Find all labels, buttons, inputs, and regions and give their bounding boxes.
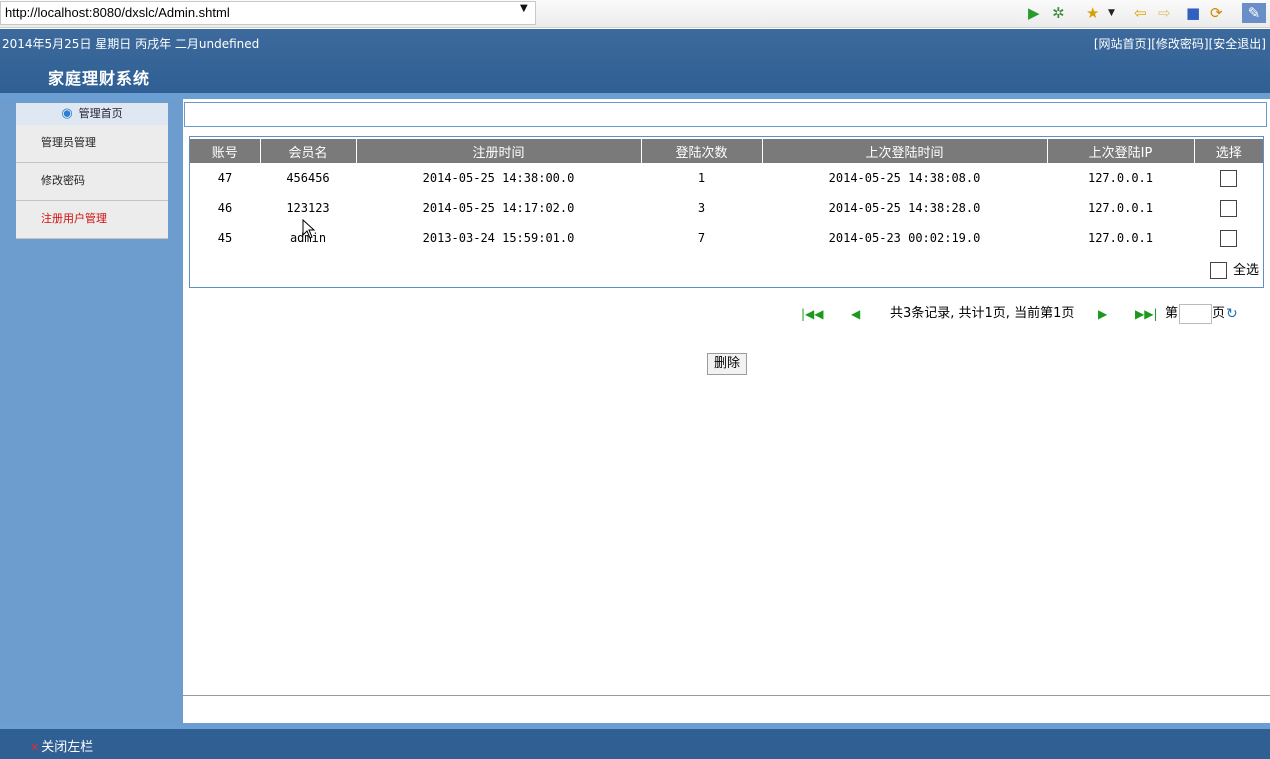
cell-reg-time: 2013-03-24 15:59:01.0 [422, 231, 575, 245]
cell-login-count: 1 [697, 171, 706, 185]
cell-last-login: 2014-05-25 14:38:28.0 [828, 201, 981, 215]
page-number-input[interactable] [1179, 304, 1212, 324]
main-content: 账号 会员名 注册时间 登陆次数 上次登陆时间 上次登陆IP 选择 47 456… [183, 99, 1270, 724]
table-row: 46 123123 2014-05-25 14:17:02.0 3 2014-0… [190, 193, 1263, 223]
cell-ip: 127.0.0.1 [1087, 171, 1154, 185]
select-all-label: 全选 [1232, 263, 1259, 278]
first-page-icon[interactable]: |◀◀ [801, 304, 824, 324]
favorites-dropdown-icon[interactable]: ▼ [1108, 3, 1115, 23]
user-table: 账号 会员名 注册时间 登陆次数 上次登陆时间 上次登陆IP 选择 47 456… [190, 139, 1263, 253]
column-header: 上次登陆IP [1047, 139, 1195, 163]
change-password-link[interactable]: [修改密码] [1151, 37, 1208, 51]
page-suffix: 页 [1212, 306, 1226, 321]
table-row: 47 456456 2014-05-25 14:38:00.0 1 2014-0… [190, 163, 1263, 193]
main-bottom-divider [183, 695, 1270, 696]
browser-address-bar: http://localhost:8080/dxslc/Admin.shtml … [0, 0, 1270, 28]
url-input[interactable]: http://localhost:8080/dxslc/Admin.shtml [0, 1, 536, 25]
cell-login-count: 7 [697, 231, 706, 245]
url-dropdown-icon[interactable]: ▼ [520, 3, 528, 14]
close-icon: ✕ [30, 741, 40, 754]
browser-logo-icon[interactable]: ✎ [1242, 3, 1266, 23]
cell-login-count: 3 [697, 201, 706, 215]
site-header: 2014年5月25日 星期日 丙戌年 二月undefined [网站首页][修改… [0, 29, 1270, 93]
sidebar-home-label: 管理首页 [78, 107, 123, 120]
column-header: 会员名 [260, 139, 357, 163]
cell-last-login: 2014-05-25 14:38:08.0 [828, 171, 981, 185]
sidebar-item-change-password[interactable]: 修改密码 [16, 163, 168, 201]
column-header: 注册时间 [356, 139, 642, 163]
debug-icon[interactable]: ✲ [1052, 3, 1065, 23]
back-icon[interactable]: ⇦ [1134, 3, 1147, 23]
system-title: 家庭理财系统 [48, 69, 151, 88]
column-header: 登陆次数 [641, 139, 763, 163]
sidebar-home[interactable]: ◉ 管理首页 [16, 103, 168, 125]
sidebar-item-user-management[interactable]: 注册用户管理 [16, 201, 168, 239]
close-sidebar-label: 关闭左栏 [41, 740, 94, 755]
mouse-cursor-icon [302, 219, 316, 239]
cell-name: 456456 [286, 171, 330, 185]
next-page-icon[interactable]: ▶ [1098, 304, 1107, 324]
cell-select [1194, 163, 1263, 193]
favorites-icon[interactable]: ★ [1086, 3, 1099, 23]
cell-id: 47 [217, 171, 233, 185]
cell-id: 45 [217, 231, 233, 245]
site-footer: ✕ 关闭左栏 [0, 729, 1270, 759]
row-checkbox[interactable] [1220, 199, 1237, 217]
column-header: 选择 [1194, 139, 1263, 163]
cell-select [1194, 193, 1263, 223]
delete-button[interactable]: 删除 [707, 353, 747, 375]
logout-link[interactable]: [安全退出] [1209, 37, 1266, 51]
user-table-panel: 账号 会员名 注册时间 登陆次数 上次登陆时间 上次登陆IP 选择 47 456… [189, 136, 1264, 288]
cell-ip: 127.0.0.1 [1087, 231, 1154, 245]
main-topbar [184, 102, 1267, 127]
column-header: 账号 [190, 139, 261, 163]
cell-ip: 127.0.0.1 [1087, 201, 1154, 215]
pager-info: 共3条记录, 共计1页, 当前第1页 [890, 306, 1075, 321]
prev-page-icon[interactable]: ◀ [851, 304, 860, 324]
column-header: 上次登陆时间 [762, 139, 1048, 163]
cell-reg-time: 2014-05-25 14:38:00.0 [422, 171, 575, 185]
page-prefix: 第 [1165, 306, 1179, 321]
table-row: 45 admin 2013-03-24 15:59:01.0 7 2014-05… [190, 223, 1263, 253]
play-icon[interactable]: ▶ [1028, 3, 1040, 23]
table-header-row: 账号 会员名 注册时间 登陆次数 上次登陆时间 上次登陆IP 选择 [190, 139, 1263, 163]
cell-reg-time: 2014-05-25 14:17:02.0 [422, 201, 575, 215]
globe-icon: ◉ [61, 106, 73, 121]
cell-select [1194, 223, 1263, 253]
home-link[interactable]: [网站首页] [1094, 37, 1151, 51]
close-sidebar-button[interactable]: ✕ 关闭左栏 [30, 736, 93, 755]
select-all[interactable]: 全选 [1209, 259, 1259, 279]
go-page-icon[interactable]: ↻ [1226, 304, 1238, 324]
sidebar-item-admin[interactable]: 管理员管理 [16, 125, 168, 163]
forward-icon[interactable]: ⇨ [1158, 3, 1171, 23]
cell-id: 46 [217, 201, 233, 215]
stop-icon[interactable]: ■ [1186, 3, 1200, 23]
refresh-icon[interactable]: ⟳ [1210, 3, 1223, 23]
select-all-checkbox[interactable] [1209, 262, 1227, 279]
top-links: [网站首页][修改密码][安全退出] [1094, 35, 1266, 52]
last-page-icon[interactable]: ▶▶| [1135, 304, 1158, 324]
cell-last-login: 2014-05-23 00:02:19.0 [828, 231, 981, 245]
sidebar: ◉ 管理首页 管理员管理 修改密码 注册用户管理 [0, 99, 183, 729]
row-checkbox[interactable] [1220, 229, 1237, 247]
date-line: 2014年5月25日 星期日 丙戌年 二月undefined [2, 37, 260, 51]
row-checkbox[interactable] [1220, 169, 1237, 187]
